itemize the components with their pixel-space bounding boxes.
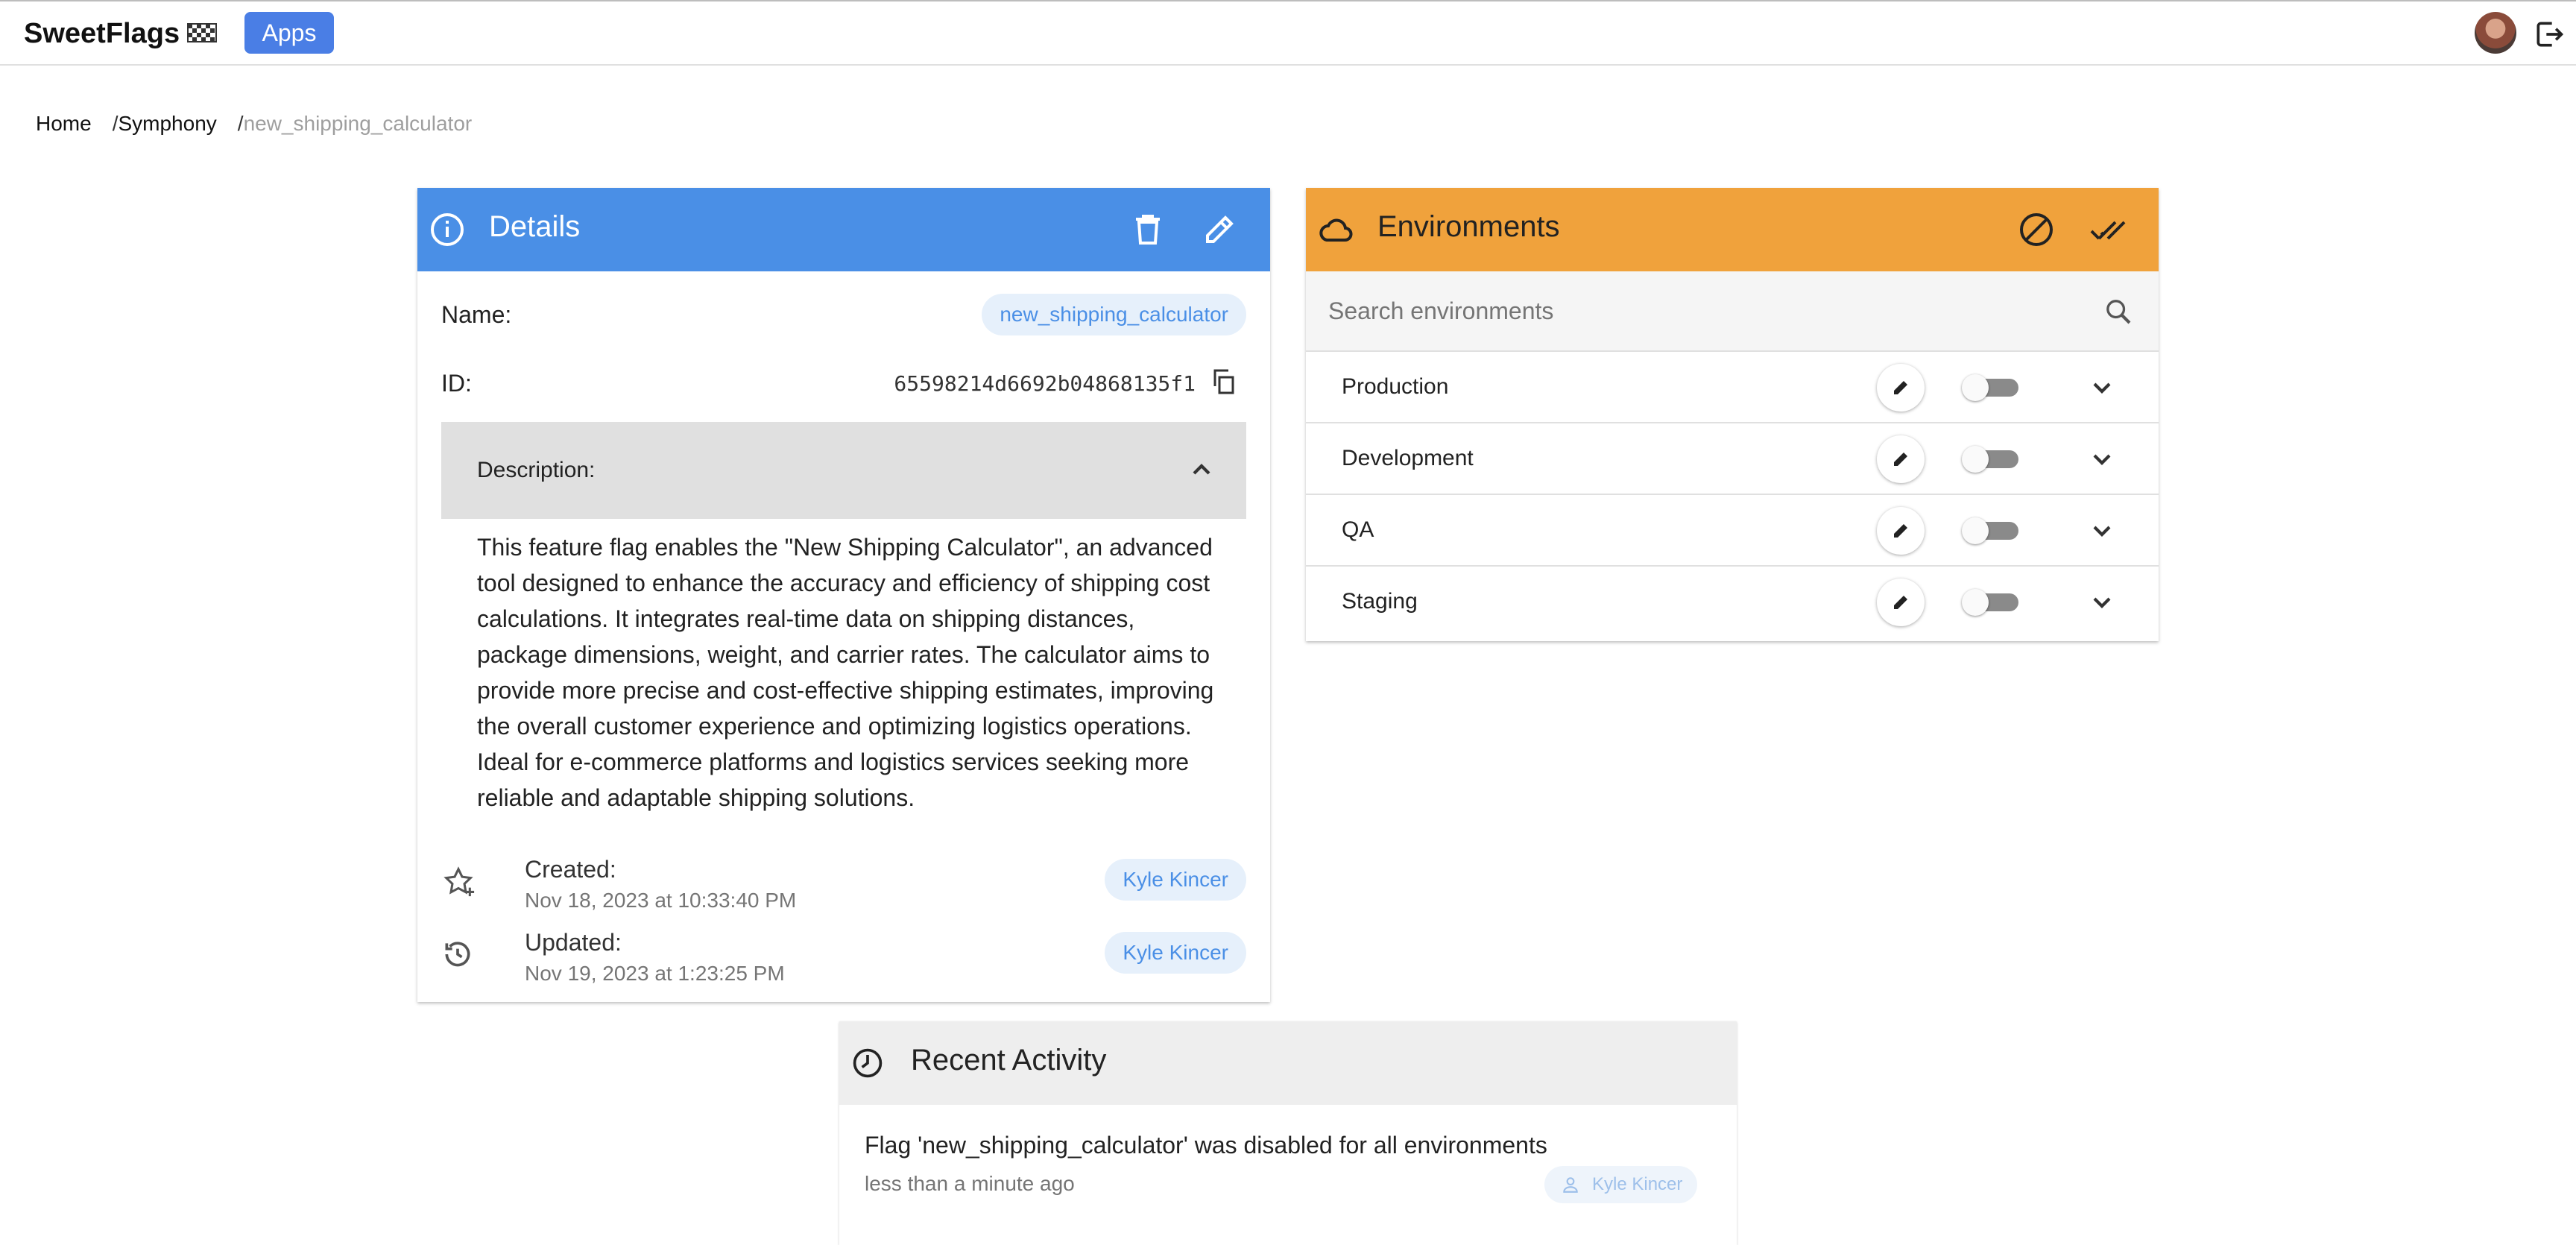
history-icon — [445, 942, 470, 967]
description-label: Description: — [477, 458, 596, 482]
chevron-down-icon[interactable] — [2087, 516, 2117, 546]
environment-name: QA — [1342, 517, 1374, 542]
environment-toggle[interactable] — [1962, 589, 2021, 616]
details-header: Details — [417, 188, 1270, 271]
activity-text: Flag 'new_shipping_calculator' was disab… — [865, 1132, 1547, 1159]
environments-header: Environments — [1306, 188, 2159, 271]
activity-user-chip[interactable]: Kyle Kincer — [1544, 1166, 1698, 1203]
environment-row[interactable]: Development — [1306, 423, 2159, 495]
updated-label: Updated: — [525, 929, 622, 956]
environment-row[interactable]: Staging — [1306, 567, 2159, 638]
chevron-down-icon[interactable] — [2087, 373, 2117, 403]
recent-activity-card: Recent Activity Flag 'new_shipping_calcu… — [839, 1021, 1737, 1245]
activity-user-name: Kyle Kincer — [1592, 1174, 1683, 1194]
star-plus-icon — [443, 866, 475, 897]
app-bar: SweetFlags Apps — [0, 0, 2576, 66]
search-icon[interactable] — [2103, 297, 2133, 327]
breadcrumb-current: new_shipping_calculator — [243, 112, 473, 135]
environment-toggle[interactable] — [1962, 446, 2021, 473]
details-card: Details Name: new_shipping_calculator ID… — [417, 188, 1270, 1002]
done-all-icon[interactable] — [2090, 212, 2126, 248]
environment-row[interactable]: QA — [1306, 495, 2159, 567]
created-label: Created: — [525, 856, 616, 883]
pencil-icon — [1894, 453, 1907, 466]
logout-icon[interactable] — [2533, 18, 2566, 51]
environment-name: Development — [1342, 446, 1474, 470]
recent-activity-title: Recent Activity — [911, 1044, 1107, 1077]
brand-name[interactable]: SweetFlags — [24, 18, 180, 50]
flag-name-chip[interactable]: new_shipping_calculator — [982, 294, 1246, 335]
apps-button[interactable]: Apps — [244, 12, 334, 54]
breadcrumb-home[interactable]: Home — [36, 112, 92, 135]
environments-card: Environments Production Development — [1306, 188, 2159, 641]
edit-environment-button[interactable] — [1877, 507, 1925, 555]
breadcrumb-project[interactable]: Symphony — [118, 112, 216, 135]
clock-icon — [853, 1048, 883, 1078]
description-text: This feature flag enables the "New Shipp… — [477, 534, 1214, 811]
name-label: Name: — [441, 301, 512, 328]
recent-activity-header: Recent Activity — [839, 1021, 1737, 1105]
info-icon — [431, 213, 464, 246]
person-icon — [1563, 1177, 1578, 1193]
environment-name: Staging — [1342, 589, 1418, 614]
checkered-flag-icon — [187, 23, 217, 42]
copy-icon[interactable] — [1210, 368, 1237, 395]
user-avatar[interactable] — [2475, 12, 2516, 54]
created-date: Nov 18, 2023 at 10:33:40 PM — [525, 889, 797, 912]
cloud-icon — [1319, 218, 1353, 242]
edit-icon[interactable] — [1202, 212, 1237, 248]
edit-environment-button[interactable] — [1877, 435, 1925, 483]
pencil-icon — [1894, 524, 1907, 538]
flag-id-value: 65598214d6692b04868135f1 — [894, 371, 1196, 396]
environments-title: Environments — [1377, 210, 1560, 243]
edit-environment-button[interactable] — [1877, 364, 1925, 412]
edit-environment-button[interactable] — [1877, 579, 1925, 626]
breadcrumb: Home/Symphony/new_shipping_calculator — [36, 112, 472, 136]
delete-icon[interactable] — [1130, 212, 1166, 248]
activity-time: less than a minute ago — [865, 1172, 1075, 1195]
details-title: Details — [489, 210, 581, 243]
created-by-chip[interactable]: Kyle Kincer — [1105, 859, 1246, 901]
breadcrumb-separator: / — [237, 112, 244, 135]
environment-row[interactable]: Production — [1306, 352, 2159, 423]
environment-name: Production — [1342, 374, 1449, 399]
id-label: ID: — [441, 370, 472, 397]
environment-search-bar — [1306, 271, 2159, 352]
pencil-icon — [1894, 596, 1907, 609]
environment-toggle[interactable] — [1962, 517, 2021, 544]
updated-date: Nov 19, 2023 at 1:23:25 PM — [525, 962, 785, 985]
environment-search-input[interactable] — [1327, 288, 2075, 334]
chevron-down-icon[interactable] — [2087, 587, 2117, 617]
updated-by-chip[interactable]: Kyle Kincer — [1105, 932, 1246, 974]
description-toggle[interactable]: Description: — [441, 422, 1246, 519]
environment-toggle[interactable] — [1962, 374, 2021, 401]
chevron-up-icon[interactable] — [1187, 455, 1216, 485]
disable-all-icon[interactable] — [2018, 212, 2054, 248]
pencil-icon — [1894, 381, 1907, 394]
chevron-down-icon[interactable] — [2087, 444, 2117, 474]
